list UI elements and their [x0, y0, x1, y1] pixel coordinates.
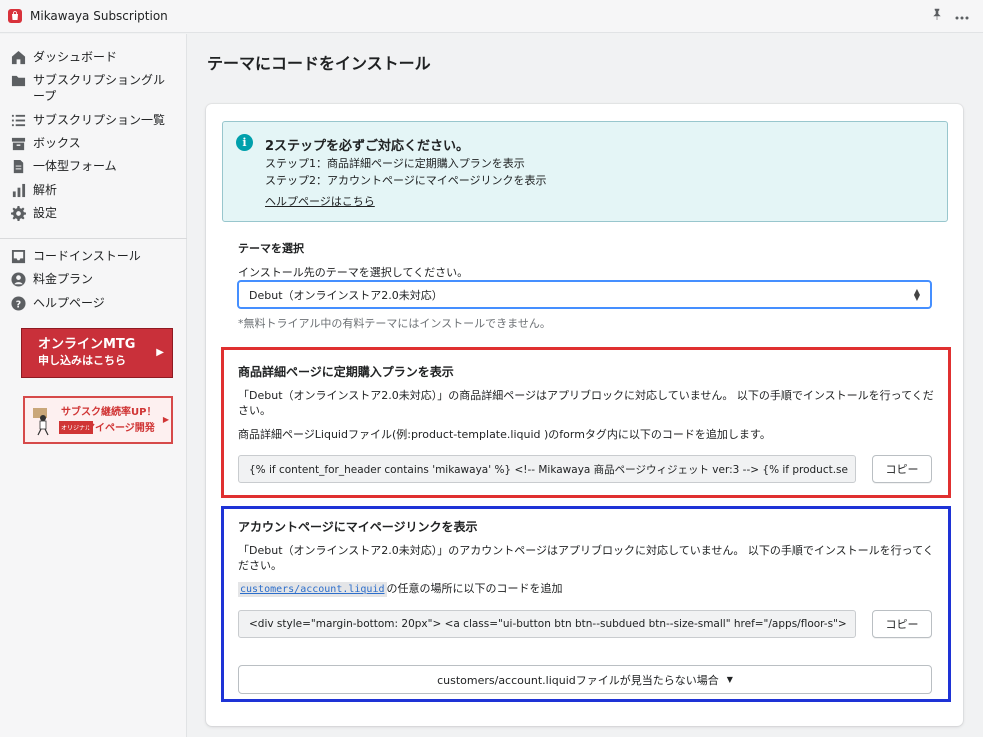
- app-title: Mikawaya Subscription: [30, 9, 168, 23]
- sidebar-item-label: ボックス: [33, 136, 81, 150]
- caret-down-icon: ▼: [726, 675, 733, 684]
- sidebar-item-label: コードインストール: [33, 249, 141, 263]
- banner-mypage-title: サブスク継続率UP！: [61, 407, 157, 418]
- gear-icon: [10, 205, 27, 222]
- theme-note: *無料トライアル中の有料テーマにはインストールできません。: [238, 317, 551, 330]
- account-section-title: アカウントページにマイページリンクを表示: [238, 520, 478, 534]
- sidebar-item-settings[interactable]: 設定: [0, 205, 187, 222]
- sidebar-item-form[interactable]: 一体型フォーム: [0, 158, 187, 175]
- shopping-bag-icon: [8, 9, 22, 23]
- sidebar-item-label: 解析: [33, 183, 58, 197]
- select-arrows-icon: ▲ ▼: [913, 287, 920, 302]
- banner-mtg-title: オンラインMTG: [38, 337, 136, 352]
- callout-title: 2ステップを必ずご対応ください。: [265, 139, 470, 154]
- account-instruction-suffix: の任意の場所に以下のコードを追加: [386, 582, 563, 595]
- account-liquid-path-link[interactable]: customers/account.liquid: [238, 582, 387, 597]
- copy-account-code-button[interactable]: コピー: [872, 610, 932, 638]
- arrow-right-icon: ▶: [156, 347, 164, 358]
- missing-account-file-toggle[interactable]: customers/account.liquidファイルが見当たらない場合 ▼: [238, 665, 932, 694]
- sidebar-item-label: 料金プラン: [33, 272, 94, 286]
- sidebar-item-box[interactable]: ボックス: [0, 135, 187, 152]
- sidebar-item-pricing[interactable]: 料金プラン: [0, 271, 187, 288]
- folder-icon: [10, 72, 27, 89]
- sidebar-item-label: 設定: [33, 206, 58, 220]
- sidebar-item-label: 一体型フォーム: [33, 159, 117, 173]
- theme-select-value: Debut（オンラインストア2.0未対応）: [249, 288, 443, 302]
- person-illustration-icon: [33, 408, 49, 436]
- svg-text:?: ?: [16, 299, 21, 310]
- copy-product-code-button[interactable]: コピー: [872, 455, 932, 483]
- sidebar-item-subscription-groups[interactable]: サブスクリプショングループ: [0, 72, 187, 104]
- install-icon: [10, 248, 27, 265]
- sidebar-item-label: サブスクリプション一覧: [33, 113, 166, 127]
- user-icon: [10, 271, 27, 288]
- form-icon: [10, 158, 27, 175]
- banner-mypage-subtitle: マイページ開発: [85, 423, 155, 434]
- sidebar-item-analytics[interactable]: 解析: [0, 182, 187, 199]
- theme-select[interactable]: Debut（オンラインストア2.0未対応） ▲ ▼: [237, 280, 932, 309]
- sidebar-item-label: ダッシュボード: [33, 50, 118, 64]
- sidebar-item-code-install[interactable]: コードインストール: [0, 248, 187, 265]
- sidebar: ダッシュボード サブスクリプショングループ サブスクリプション一覧 ボックス 一…: [0, 34, 187, 737]
- pin-icon[interactable]: [931, 8, 943, 24]
- more-options-icon[interactable]: [955, 9, 969, 24]
- theme-select-label: テーマを選択: [238, 242, 304, 255]
- list-icon: [10, 112, 27, 129]
- product-section-description: 「Debut（オンラインストア2.0未対応）」の商品詳細ページはアプリブロックに…: [238, 389, 934, 417]
- product-code-snippet[interactable]: {% if content_for_header contains 'mikaw…: [238, 455, 856, 483]
- sidebar-item-label: サブスクリプショングループ: [33, 73, 166, 103]
- account-section-description: 「Debut（オンラインストア2.0未対応）」のアカウントページはアプリブロック…: [238, 544, 934, 572]
- help-icon: ?: [10, 295, 27, 312]
- info-icon: i: [236, 134, 253, 151]
- missing-account-file-label: customers/account.liquidファイルが見当たらない場合: [437, 673, 719, 687]
- callout-step-1: ステップ1：商品詳細ページに定期購入プランを表示: [265, 157, 525, 170]
- sidebar-item-label: ヘルプページ: [33, 296, 105, 310]
- product-section-instruction: 商品詳細ページLiquidファイル(例:product-template.liq…: [238, 428, 771, 441]
- home-icon: [10, 49, 27, 66]
- mypage-dev-banner[interactable]: サブスク継続率UP！ オリジナル マイページ開発 ▶: [23, 396, 173, 444]
- product-section-title: 商品詳細ページに定期購入プランを表示: [238, 365, 454, 379]
- analytics-icon: [10, 182, 27, 199]
- box-icon: [10, 135, 27, 152]
- help-page-link[interactable]: ヘルプページはこちら: [265, 193, 375, 209]
- theme-select-help: インストール先のテーマを選択してください。: [238, 266, 469, 279]
- page-title: テーマにコードをインストール: [207, 54, 431, 73]
- callout-step-2: ステップ2：アカウントページにマイページリンクを表示: [265, 174, 547, 187]
- online-mtg-banner[interactable]: オンラインMTG 申し込みはこちら ▶: [21, 328, 173, 378]
- account-code-snippet[interactable]: <div style="margin-bottom: 20px"> <a cla…: [238, 610, 856, 638]
- title-bar: Mikawaya Subscription: [0, 0, 983, 33]
- sidebar-item-dashboard[interactable]: ダッシュボード: [0, 49, 187, 66]
- account-section-instruction: customers/account.liquid の任意の場所に以下のコードを追加: [238, 581, 938, 597]
- banner-mtg-subtitle: 申し込みはこちら: [38, 354, 126, 367]
- sidebar-item-help[interactable]: ? ヘルプページ: [0, 295, 187, 312]
- sidebar-divider: [0, 238, 187, 239]
- sidebar-item-subscription-list[interactable]: サブスクリプション一覧: [0, 112, 187, 129]
- arrow-right-icon: ▶: [162, 415, 169, 424]
